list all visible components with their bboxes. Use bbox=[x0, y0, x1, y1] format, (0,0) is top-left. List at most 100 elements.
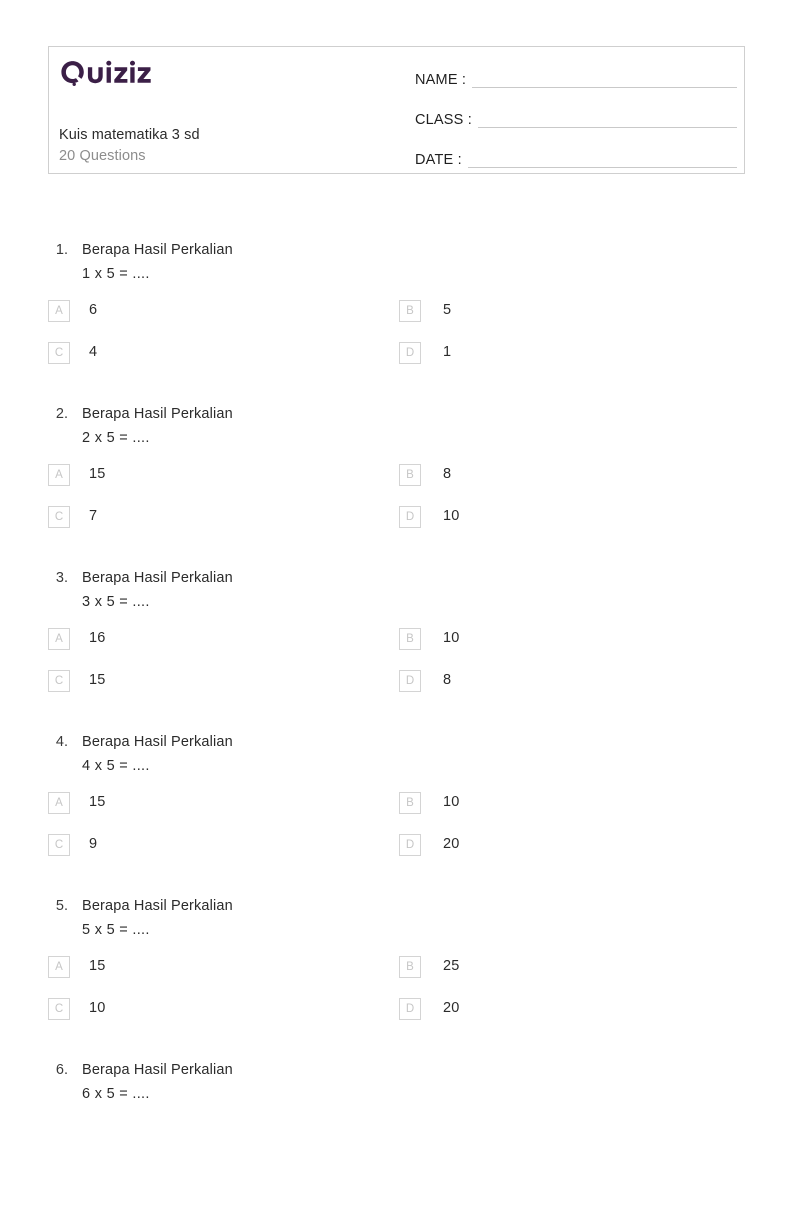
quiz-question-count: 20 Questions bbox=[59, 148, 146, 164]
class-field-label: CLASS : bbox=[415, 112, 473, 128]
name-field-label: NAME : bbox=[415, 72, 467, 88]
answer-option-letter: A bbox=[48, 792, 70, 814]
question-prompt: Berapa Hasil Perkalian bbox=[82, 898, 233, 914]
answer-options: A 15 B 25 C 10 D 20 bbox=[48, 954, 745, 1038]
question-number: 6. bbox=[55, 1062, 68, 1078]
quiz-title: Kuis matematika 3 sd bbox=[59, 127, 200, 143]
answer-option-row: C 15 D 8 bbox=[48, 668, 745, 710]
answer-option[interactable]: D 20 bbox=[399, 996, 745, 1020]
answer-option[interactable]: D 20 bbox=[399, 832, 745, 856]
answer-options: A6B5C4D1 bbox=[48, 298, 745, 382]
question-head: 3. Berapa Hasil Perkalian 3 x 5 = .... bbox=[48, 566, 745, 614]
question-expression: 4 x 5 = .... bbox=[82, 758, 150, 774]
answer-option-row: A 15 B 10 bbox=[48, 790, 745, 832]
worksheet-header-card: Kuis matematika 3 sd 20 Questions NAME :… bbox=[48, 46, 745, 174]
answer-option-text: 7 bbox=[89, 508, 98, 524]
answer-option[interactable]: C9 bbox=[48, 832, 399, 856]
question-head: 4. Berapa Hasil Perkalian 4 x 5 = .... bbox=[48, 730, 745, 778]
question-head: 2. Berapa Hasil Perkalian 2 x 5 = .... bbox=[48, 402, 745, 450]
date-field-input[interactable] bbox=[467, 167, 737, 168]
answer-option-text: 5 bbox=[443, 302, 452, 318]
answer-option[interactable]: B8 bbox=[399, 462, 745, 486]
answer-option-row: A 15 B 25 bbox=[48, 954, 745, 996]
answer-option-letter: D bbox=[399, 342, 421, 364]
answer-option[interactable]: D 10 bbox=[399, 504, 745, 528]
answer-option-letter: B bbox=[399, 628, 421, 650]
answer-option-letter: C bbox=[48, 834, 70, 856]
answer-option-letter: B bbox=[399, 464, 421, 486]
answer-option-text: 1 bbox=[443, 344, 452, 360]
question-block: 5. Berapa Hasil Perkalian 5 x 5 = .... A 15 B… bbox=[48, 894, 745, 1058]
question-text: Berapa Hasil Perkalian 4 x 5 = .... bbox=[82, 730, 745, 778]
answer-option-letter: A bbox=[48, 464, 70, 486]
answer-option[interactable]: C4 bbox=[48, 340, 399, 364]
question-block: 6. Berapa Hasil Perkalian 6 x 5 = .... bbox=[48, 1058, 745, 1222]
question-head: 5. Berapa Hasil Perkalian 5 x 5 = .... bbox=[48, 894, 745, 942]
answer-option-letter: D bbox=[399, 834, 421, 856]
answer-option[interactable]: A6 bbox=[48, 298, 399, 322]
question-expression: 1 x 5 = .... bbox=[82, 266, 150, 282]
answer-option-letter: C bbox=[48, 342, 70, 364]
worksheet-page: Kuis matematika 3 sd 20 Questions NAME :… bbox=[0, 0, 794, 1123]
date-field-label: DATE : bbox=[415, 152, 462, 168]
question-number: 1. bbox=[55, 242, 68, 258]
answer-option-row: A6B5 bbox=[48, 298, 745, 340]
question-prompt: Berapa Hasil Perkalian bbox=[82, 406, 233, 422]
answer-option-letter: B bbox=[399, 792, 421, 814]
answer-option[interactable]: D1 bbox=[399, 340, 745, 364]
name-field-input[interactable] bbox=[472, 87, 737, 88]
answer-option-row: C 10 D 20 bbox=[48, 996, 745, 1038]
answer-option[interactable]: A 15 bbox=[48, 954, 399, 978]
question-expression: 6 x 5 = .... bbox=[82, 1086, 150, 1102]
answer-option[interactable]: B5 bbox=[399, 298, 745, 322]
question-block: 4. Berapa Hasil Perkalian 4 x 5 = .... A 15 B… bbox=[48, 730, 745, 894]
answer-option-row: C 7 D 10 bbox=[48, 504, 745, 546]
question-prompt: Berapa Hasil Perkalian bbox=[82, 570, 233, 586]
answer-option-text: 20 bbox=[443, 1000, 460, 1016]
answer-option-letter: C bbox=[48, 998, 70, 1020]
class-field-row: CLASS : bbox=[415, 103, 737, 131]
answer-option-text: 10 bbox=[89, 1000, 106, 1016]
answer-option[interactable]: B 25 bbox=[399, 954, 745, 978]
question-number: 2. bbox=[55, 406, 68, 422]
question-head: 1. Berapa Hasil Perkalian 1 x 5 = .... bbox=[48, 238, 745, 286]
answer-option-text: 15 bbox=[89, 672, 106, 688]
answer-options: A 16 B 10 C 15 D 8 bbox=[48, 626, 745, 710]
answer-option-letter: A bbox=[48, 300, 70, 322]
class-field-input[interactable] bbox=[478, 127, 737, 128]
answer-option[interactable]: A 15 bbox=[48, 462, 399, 486]
answer-option[interactable]: B 10 bbox=[399, 790, 745, 814]
answer-option-letter: A bbox=[48, 628, 70, 650]
answer-option[interactable]: D8 bbox=[399, 668, 745, 692]
answer-option[interactable]: A 16 bbox=[48, 626, 399, 650]
name-field-row: NAME : bbox=[415, 63, 737, 91]
answer-option-text: 10 bbox=[443, 630, 460, 646]
answer-option-letter: A bbox=[48, 956, 70, 978]
answer-option-text: 8 bbox=[443, 672, 452, 688]
quizizz-logo-icon bbox=[59, 60, 155, 86]
answer-option-row: C4D1 bbox=[48, 340, 745, 382]
answer-option-letter: C bbox=[48, 506, 70, 528]
answer-option[interactable]: C 10 bbox=[48, 996, 399, 1020]
answer-option[interactable]: B 10 bbox=[399, 626, 745, 650]
answer-option-letter: B bbox=[399, 956, 421, 978]
quiz-meta: Kuis matematika 3 sd 20 Questions bbox=[59, 126, 399, 166]
answer-option-letter: D bbox=[399, 998, 421, 1020]
question-text: Berapa Hasil Perkalian 3 x 5 = .... bbox=[82, 566, 745, 614]
question-prompt: Berapa Hasil Perkalian bbox=[82, 1062, 233, 1078]
answer-option[interactable]: C7 bbox=[48, 504, 399, 528]
quizizz-logo bbox=[59, 58, 155, 88]
answer-option[interactable]: C 15 bbox=[48, 668, 399, 692]
question-number: 3. bbox=[55, 570, 68, 586]
question-block: 2. Berapa Hasil Perkalian 2 x 5 = .... A 15 B… bbox=[48, 402, 745, 566]
question-text: Berapa Hasil Perkalian 6 x 5 = .... bbox=[82, 1058, 745, 1106]
answer-option-text: 6 bbox=[89, 302, 98, 318]
question-number: 5. bbox=[55, 898, 68, 914]
question-number: 4. bbox=[55, 734, 68, 750]
answer-option-letter: B bbox=[399, 300, 421, 322]
answer-option-text: 25 bbox=[443, 958, 460, 974]
answer-option-row: A 15 B 8 bbox=[48, 462, 745, 504]
answer-option-text: 16 bbox=[89, 630, 106, 646]
question-expression: 3 x 5 = .... bbox=[82, 594, 150, 610]
answer-option[interactable]: A 15 bbox=[48, 790, 399, 814]
